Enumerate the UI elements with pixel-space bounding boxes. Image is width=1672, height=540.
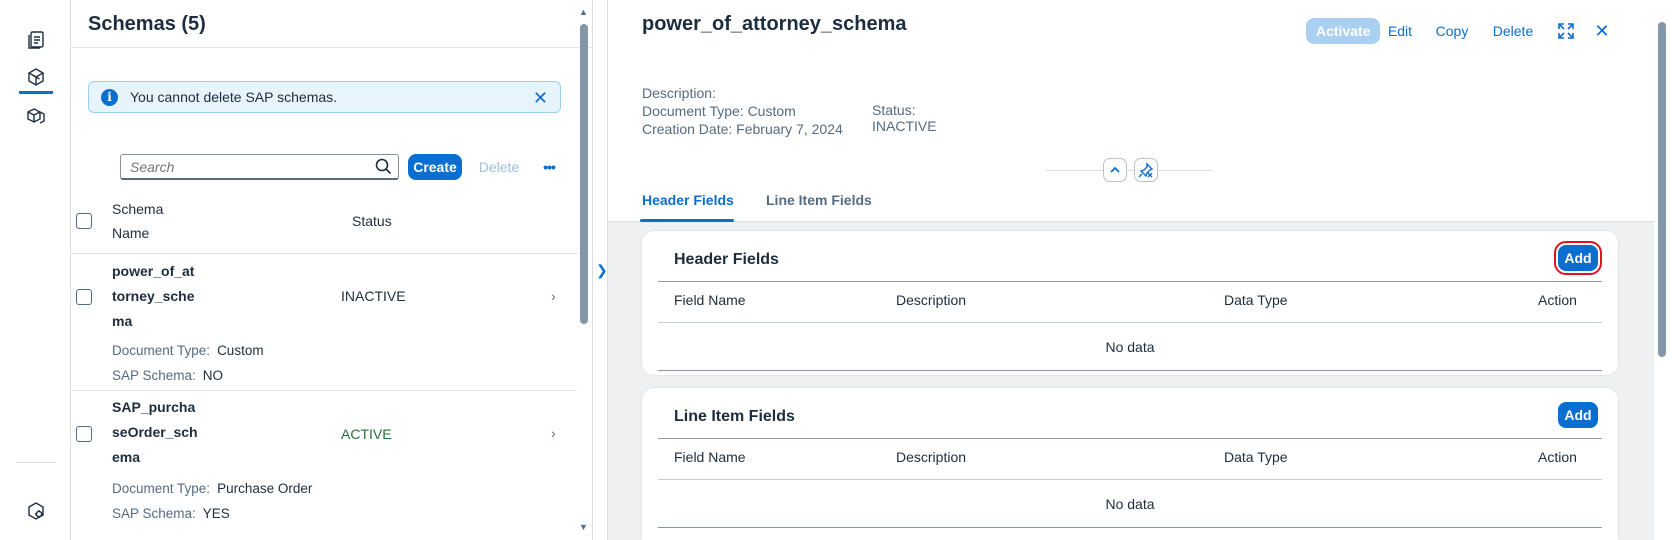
column-header-action: Action: [1538, 292, 1577, 308]
chevron-right-icon[interactable]: ›: [551, 288, 556, 304]
description-field: Description:: [642, 84, 716, 102]
search-field[interactable]: [120, 154, 399, 180]
schema-detail-panel: power_of_attorney_schema Activate Edit C…: [608, 0, 1654, 540]
search-input[interactable]: [121, 155, 372, 178]
close-message-icon[interactable]: ✕: [533, 88, 548, 109]
table-top-border: [658, 438, 1602, 439]
section-title: Header Fields: [674, 251, 779, 268]
section-title: Line Item Fields: [674, 408, 795, 425]
status-badge: INACTIVE: [341, 288, 406, 304]
fullscreen-icon[interactable]: [1552, 18, 1580, 44]
master-scrollbar-thumb[interactable]: [580, 24, 588, 324]
sap-schema-value: YES: [202, 506, 230, 521]
creation-date-field: Creation Date: February 7, 2024: [642, 121, 843, 137]
status-badge: ACTIVE: [341, 426, 392, 442]
column-header-field-name: Field Name: [674, 292, 746, 308]
document-type-attribute: Document Type: Purchase Order: [112, 481, 312, 496]
status-value: INACTIVE: [872, 118, 937, 134]
more-options-button[interactable]: •••: [533, 154, 565, 180]
table-top-border: [658, 281, 1602, 282]
column-header-name: Name: [112, 225, 150, 241]
page-scrollbar[interactable]: [1654, 0, 1672, 540]
document-type-label: Document Type:: [112, 481, 211, 496]
expand-panel-icon[interactable]: ❯: [596, 262, 608, 279]
document-type-label: Document Type:: [112, 343, 211, 358]
column-header-field-name: Field Name: [674, 449, 746, 465]
description-label: Description:: [642, 85, 716, 101]
info-icon: i: [101, 88, 118, 106]
sap-schema-attribute: SAP Schema: YES: [112, 506, 230, 521]
edit-button[interactable]: Edit: [1380, 18, 1420, 44]
collapse-header-button[interactable]: [1103, 158, 1127, 182]
rail-separator: [16, 462, 56, 463]
tab-line-item-fields[interactable]: Line Item Fields: [766, 192, 872, 208]
list-header: Schema Name Status: [71, 190, 577, 254]
list-item[interactable]: power_of_at torney_sche ma INACTIVE › Do…: [71, 254, 577, 391]
header-divider: [1046, 170, 1212, 171]
layout-splitter[interactable]: ❯: [593, 0, 608, 540]
schema-list-panel: Schemas (5) i You cannot delete SAP sche…: [71, 0, 593, 540]
page-scrollbar-thumb[interactable]: [1658, 22, 1666, 357]
object-title: power_of_attorney_schema: [642, 13, 907, 35]
object-header: power_of_attorney_schema Activate Edit C…: [608, 0, 1654, 222]
master-title: Schemas (5): [88, 13, 206, 35]
scroll-up-arrow[interactable]: ▲: [579, 7, 588, 17]
header-fields-section: Header Fields Add Field Name Description…: [642, 231, 1618, 375]
info-message-strip: i You cannot delete SAP schemas. ✕: [88, 81, 561, 113]
document-type-field: Document Type: Custom: [642, 103, 796, 119]
sap-schema-label: SAP Schema:: [112, 368, 196, 383]
document-type-value: Purchase Order: [217, 481, 313, 496]
active-tab-indicator: [640, 219, 734, 222]
cubes-icon[interactable]: [19, 100, 53, 132]
row-checkbox[interactable]: [76, 426, 92, 442]
schema-name-line: seOrder_sch: [112, 424, 198, 440]
delete-button[interactable]: Delete: [473, 154, 525, 180]
schema-name-line: SAP_purcha: [112, 399, 196, 415]
table-bottom-border: [658, 527, 1602, 528]
chevron-right-icon[interactable]: ›: [551, 425, 556, 441]
column-header-data-type: Data Type: [1224, 292, 1288, 308]
row-checkbox[interactable]: [76, 289, 92, 305]
nav-rail: [0, 0, 71, 540]
add-line-item-field-button[interactable]: Add: [1558, 402, 1598, 428]
schema-name-line: power_of_at: [112, 263, 195, 279]
activate-button[interactable]: Activate: [1306, 18, 1381, 44]
schema-name-line: torney_sche: [112, 288, 195, 304]
select-all-checkbox[interactable]: [76, 213, 92, 229]
line-item-fields-section: Line Item Fields Add Field Name Descript…: [642, 388, 1618, 540]
column-header-status: Status: [352, 213, 392, 229]
table-bottom-border: [658, 370, 1602, 371]
scroll-down-arrow[interactable]: ▼: [579, 522, 588, 532]
create-button[interactable]: Create: [408, 154, 462, 180]
document-type-attribute: Document Type: Custom: [112, 343, 264, 358]
copy-button[interactable]: Copy: [1430, 18, 1474, 44]
column-header-data-type: Data Type: [1224, 449, 1288, 465]
documents-icon[interactable]: [19, 24, 53, 56]
schema-cube-icon[interactable]: [19, 62, 53, 94]
schema-name-line: ma: [112, 313, 133, 329]
settings-icon[interactable]: [19, 495, 53, 527]
sap-schema-label: SAP Schema:: [112, 506, 196, 521]
close-icon[interactable]: ✕: [1588, 18, 1616, 44]
column-header-action: Action: [1538, 449, 1577, 465]
table-header-border: [658, 322, 1602, 323]
tab-header-fields[interactable]: Header Fields: [642, 192, 734, 208]
add-header-field-button[interactable]: Add: [1554, 241, 1602, 275]
column-header-schema: Schema: [112, 201, 164, 217]
list-item[interactable]: SAP_purcha seOrder_sch ema ACTIVE › Docu…: [71, 391, 577, 540]
column-header-description: Description: [896, 449, 967, 465]
sap-schema-attribute: SAP Schema: NO: [112, 368, 223, 383]
no-data-text: No data: [1105, 339, 1155, 355]
search-icon[interactable]: [372, 156, 394, 178]
unpin-header-button[interactable]: [1134, 158, 1158, 182]
no-data-text: No data: [1105, 496, 1155, 512]
info-message-text: You cannot delete SAP schemas.: [130, 89, 338, 105]
schema-name-line: ema: [112, 449, 141, 465]
column-header-description: Description: [896, 292, 967, 308]
table-header-border: [658, 479, 1602, 480]
sap-schema-value: NO: [202, 368, 224, 383]
document-type-value: Custom: [217, 343, 264, 358]
delete-button[interactable]: Delete: [1486, 18, 1540, 44]
